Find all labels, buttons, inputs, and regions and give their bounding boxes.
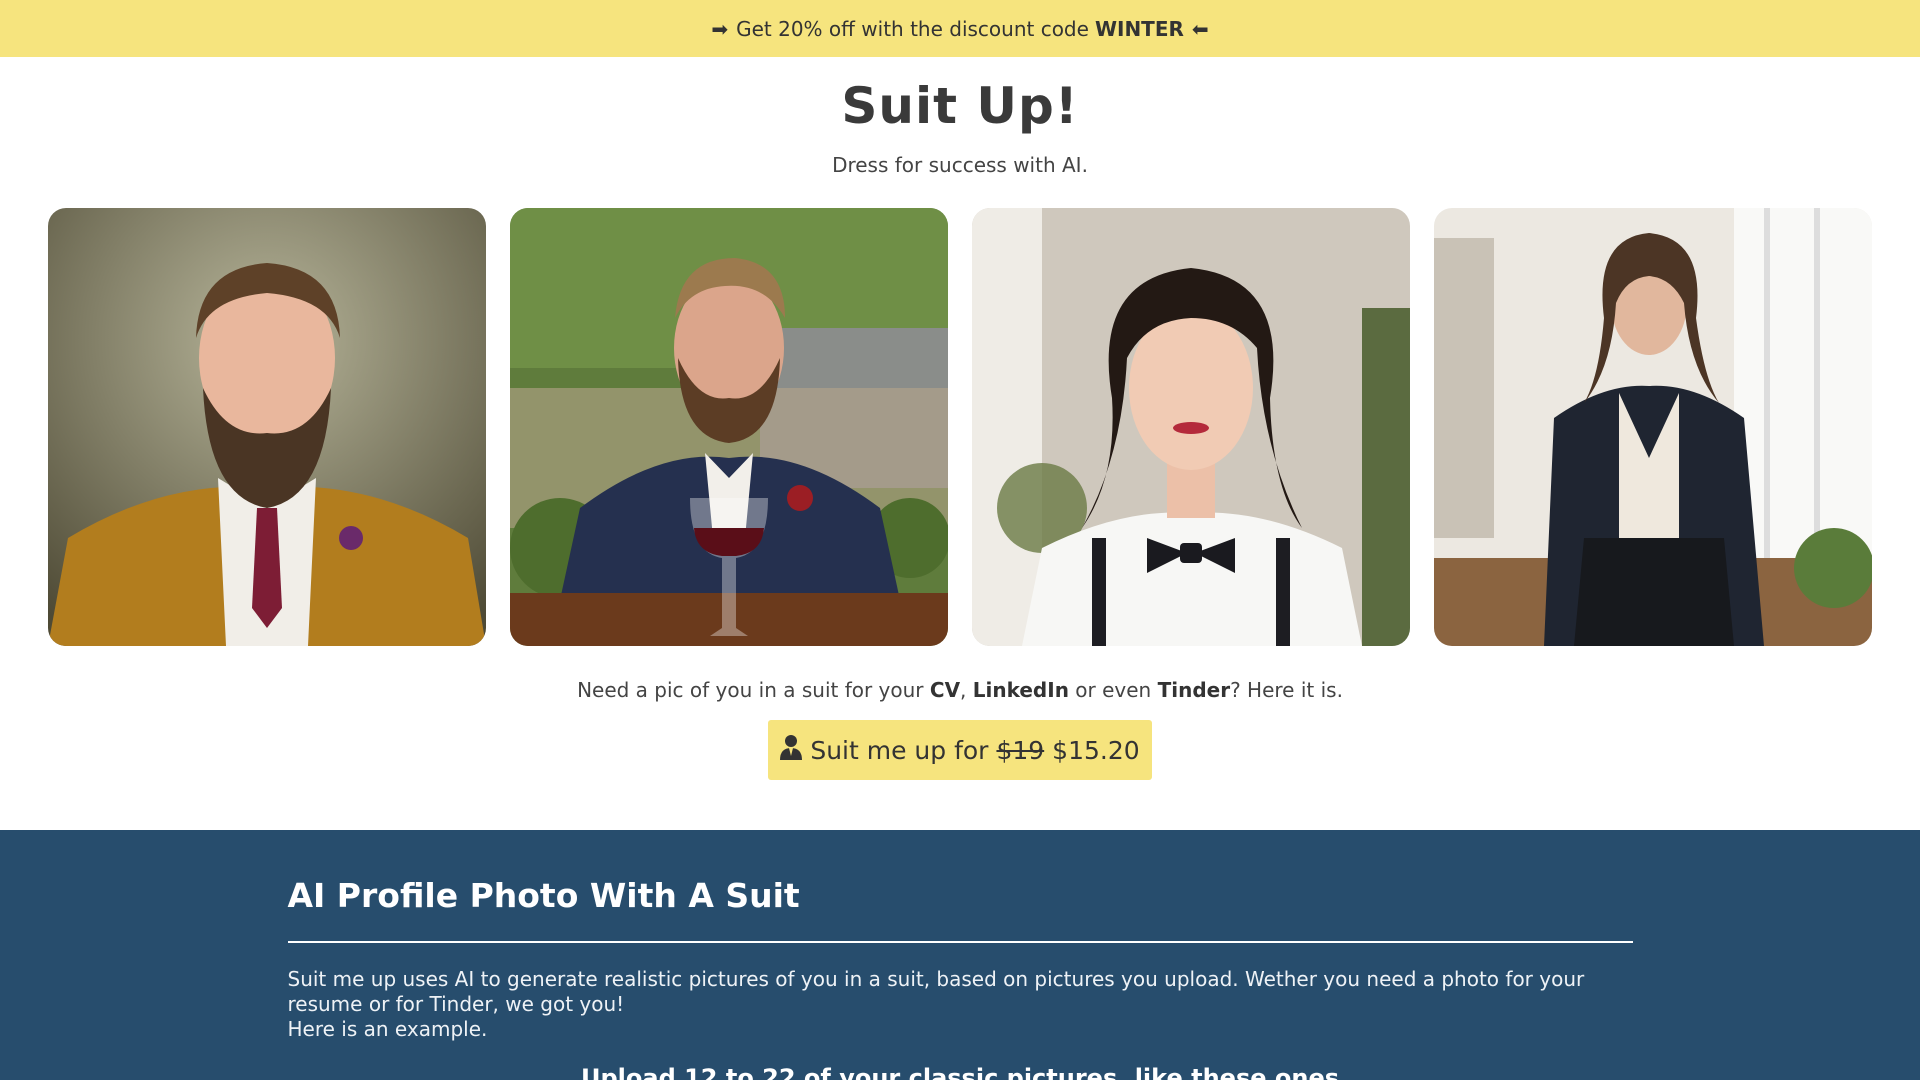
pitch-text: Need a pic of you in a suit for your CV,… bbox=[0, 678, 1920, 702]
section-body: Suit me up uses AI to generate realistic… bbox=[288, 967, 1633, 1042]
gallery-photo bbox=[1434, 208, 1872, 646]
section-divider bbox=[287, 941, 1633, 943]
photo-gallery bbox=[0, 208, 1920, 646]
cta-wrapper: Suit me up for $19 $15.20 bbox=[0, 720, 1920, 780]
promo-code: WINTER bbox=[1094, 16, 1184, 41]
pitch-tinder: Tinder bbox=[1157, 678, 1231, 702]
arrow-left-icon: ⬅ bbox=[1191, 16, 1209, 41]
gallery-photo bbox=[510, 208, 948, 646]
page-subtitle: Dress for success with AI. bbox=[832, 153, 1088, 177]
section-body-line: Suit me up uses AI to generate realistic… bbox=[287, 967, 1585, 1016]
section-subheading: Upload 12 to 22 of your classic pictures… bbox=[580, 1064, 1339, 1092]
person-icon bbox=[780, 734, 803, 766]
pitch-linkedin: LinkedIn bbox=[972, 678, 1069, 702]
promo-banner: ➡ Get 20% off with the discount code WIN… bbox=[0, 0, 1920, 57]
pitch-cv: CV bbox=[929, 678, 961, 702]
info-section: AI Profile Photo With A Suit Suit me up … bbox=[0, 830, 1920, 1092]
cta-new-price: $15.20 bbox=[1052, 735, 1140, 765]
gallery-photo bbox=[972, 208, 1410, 646]
pitch-suffix: ? Here it is. bbox=[1230, 678, 1343, 702]
section-body-line: Here is an example. bbox=[287, 1017, 488, 1041]
suit-me-up-button[interactable]: Suit me up for $19 $15.20 bbox=[768, 720, 1152, 780]
pitch-mid: or even bbox=[1075, 678, 1152, 702]
section-title: AI Profile Photo With A Suit bbox=[287, 876, 800, 915]
pitch-prefix: Need a pic of you in a suit for your bbox=[577, 678, 924, 702]
cta-label: Suit me up for bbox=[810, 735, 989, 765]
cta-old-price: $19 bbox=[996, 735, 1045, 765]
gallery-photo bbox=[48, 208, 486, 646]
page-title: Suit Up! bbox=[841, 77, 1079, 135]
promo-text: Get 20% off with the discount code bbox=[736, 16, 1089, 41]
pitch-separator: , bbox=[960, 678, 967, 702]
arrow-right-icon: ➡ bbox=[711, 16, 729, 41]
